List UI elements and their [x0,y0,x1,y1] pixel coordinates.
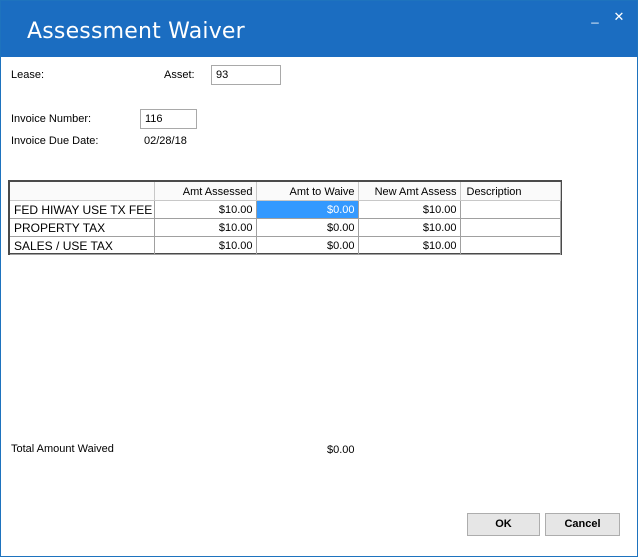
column-header-new-amt-assess[interactable]: New Amt Assess [358,182,461,201]
cell-amt-assessed[interactable]: $10.00 [154,200,257,219]
invoice-number-field[interactable]: 116 [140,109,197,129]
column-header-item[interactable] [10,182,155,201]
cell-item-name[interactable]: FED HIWAY USE TX FEE [10,200,155,219]
waiver-grid: Amt Assessed Amt to Waive New Amt Assess… [8,180,562,255]
table-row[interactable]: FED HIWAY USE TX FEE $10.00 $0.00 $10.00 [10,200,561,219]
cell-amt-to-waive[interactable]: $0.00 [256,236,359,255]
cell-amt-assessed[interactable]: $10.00 [154,218,257,237]
cell-new-amt-assess[interactable]: $10.00 [358,218,461,237]
invoice-number-label: Invoice Number: [11,113,92,125]
lease-label: Lease: [11,69,45,81]
table-row[interactable]: PROPERTY TAX $10.00 $0.00 $10.00 [10,218,561,237]
cell-item-name[interactable]: PROPERTY TAX [10,218,155,237]
column-header-amt-assessed[interactable]: Amt Assessed [154,182,257,201]
total-amount-waived-label: Total Amount Waived [11,443,114,455]
assessment-waiver-dialog: Assessment Waiver _ ✕ Lease: Asset: 93 I… [0,0,638,557]
dialog-title: Assessment Waiver [27,19,245,44]
title-bar: Assessment Waiver _ ✕ [1,1,637,57]
cancel-button[interactable]: Cancel [545,513,620,536]
cell-amt-to-waive[interactable]: $0.00 [256,218,359,237]
cell-item-name[interactable]: SALES / USE TAX [10,236,155,255]
ok-button[interactable]: OK [467,513,540,536]
cell-description[interactable] [460,236,561,255]
grid-header-row: Amt Assessed Amt to Waive New Amt Assess… [10,182,561,201]
cell-new-amt-assess[interactable]: $10.00 [358,236,461,255]
close-icon[interactable]: ✕ [609,9,629,25]
table-row[interactable]: SALES / USE TAX $10.00 $0.00 $10.00 [10,236,561,255]
total-amount-waived-value: $0.00 [327,444,355,456]
asset-label: Asset: [164,69,195,81]
minimize-icon[interactable]: _ [585,9,605,25]
cell-description[interactable] [460,200,561,219]
cell-description[interactable] [460,218,561,237]
invoice-due-date-label: Invoice Due Date: [11,135,99,147]
column-header-description[interactable]: Description [460,182,561,201]
cell-amt-assessed[interactable]: $10.00 [154,236,257,255]
invoice-due-date-value: 02/28/18 [144,135,187,147]
column-header-amt-to-waive[interactable]: Amt to Waive [256,182,359,201]
cell-amt-to-waive[interactable]: $0.00 [256,200,359,219]
asset-field[interactable]: 93 [211,65,281,85]
cell-new-amt-assess[interactable]: $10.00 [358,200,461,219]
